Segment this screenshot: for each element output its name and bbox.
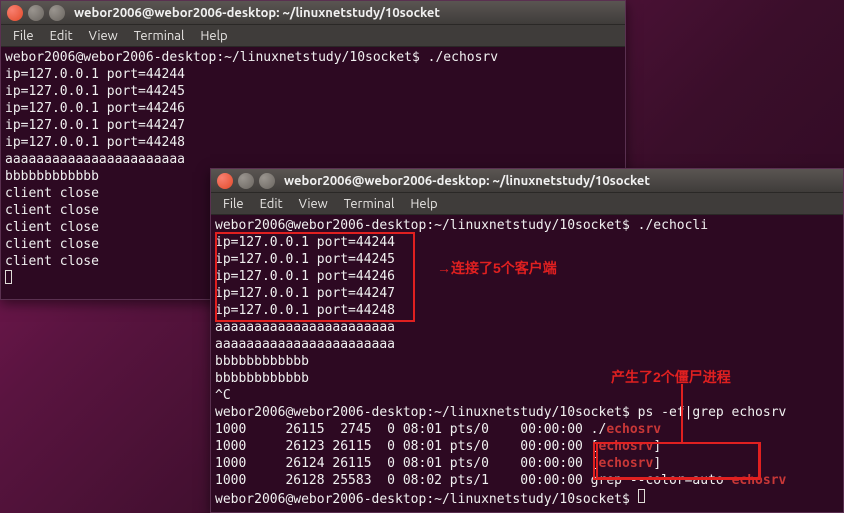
maximize-icon[interactable] bbox=[49, 5, 65, 21]
window-title-client: webor2006@webor2006-desktop: ~/linuxnets… bbox=[284, 174, 650, 188]
minimize-icon[interactable] bbox=[28, 5, 44, 21]
menu-help[interactable]: Help bbox=[194, 27, 233, 45]
menu-help[interactable]: Help bbox=[404, 195, 443, 213]
cursor-icon bbox=[5, 270, 12, 284]
menu-terminal[interactable]: Terminal bbox=[338, 195, 401, 213]
close-icon[interactable] bbox=[7, 5, 23, 21]
cursor-icon bbox=[638, 489, 645, 503]
menubar-server: File Edit View Terminal Help bbox=[1, 25, 625, 47]
menu-view[interactable]: View bbox=[293, 195, 334, 213]
menu-terminal[interactable]: Terminal bbox=[128, 27, 191, 45]
menu-file[interactable]: File bbox=[7, 27, 40, 45]
close-icon[interactable] bbox=[217, 173, 233, 189]
menu-edit[interactable]: Edit bbox=[254, 195, 289, 213]
terminal-body-client[interactable]: webor2006@webor2006-desktop:~/linuxnetst… bbox=[211, 215, 843, 510]
menu-view[interactable]: View bbox=[83, 27, 124, 45]
titlebar-client: webor2006@webor2006-desktop: ~/linuxnets… bbox=[211, 169, 843, 193]
titlebar-server: webor2006@webor2006-desktop: ~/linuxnets… bbox=[1, 1, 625, 25]
minimize-icon[interactable] bbox=[238, 173, 254, 189]
terminal-window-client: webor2006@webor2006-desktop: ~/linuxnets… bbox=[210, 168, 844, 513]
window-title-server: webor2006@webor2006-desktop: ~/linuxnets… bbox=[74, 6, 440, 20]
maximize-icon[interactable] bbox=[259, 173, 275, 189]
menu-file[interactable]: File bbox=[217, 195, 250, 213]
menu-edit[interactable]: Edit bbox=[44, 27, 79, 45]
menubar-client: File Edit View Terminal Help bbox=[211, 193, 843, 215]
